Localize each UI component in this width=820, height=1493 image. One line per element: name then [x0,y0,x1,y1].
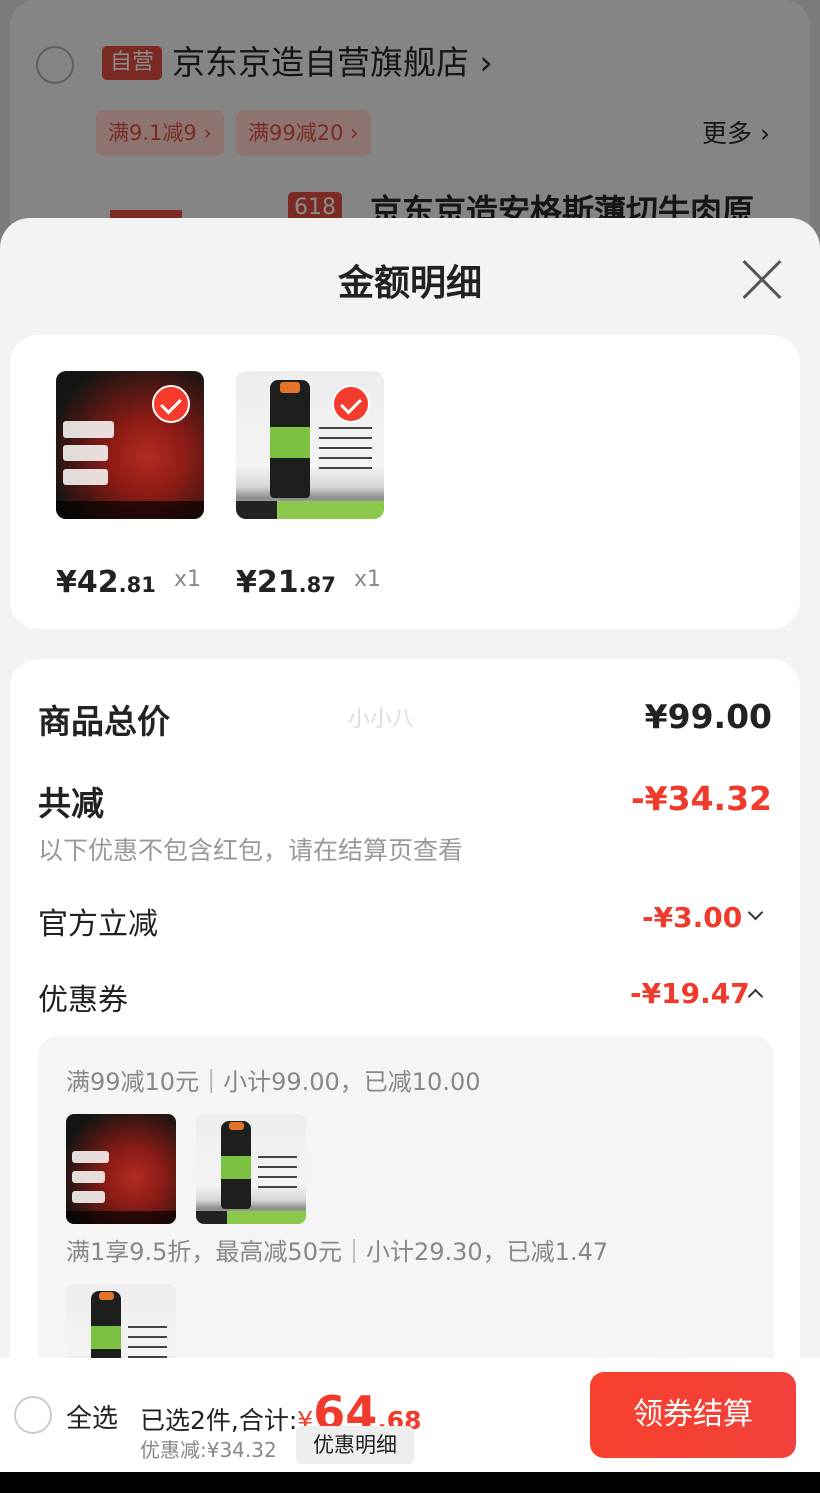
shop-select-radio[interactable] [36,46,74,84]
sheet-title: 金额明细 [337,263,482,304]
check-icon[interactable] [152,385,190,423]
chevron-up-icon[interactable] [747,988,764,1005]
price-summary-card: 商品总价 小小八 ¥99.00 共减 -¥34.32 以下优惠不包含红包，请在结… [10,659,800,1473]
shampoo-product-image [196,1114,306,1224]
more-link[interactable]: 更多 › [702,114,770,150]
select-all-radio[interactable] [14,1396,52,1434]
check-icon[interactable] [332,385,370,423]
total-reduce-label: 共减 [38,784,104,823]
amount-detail-sheet: 金额明细 ¥42.81 x1 ¥21.87 x1 商品总价 小小八 ¥99.00… [0,218,820,1473]
total-price-label: 商品总价 [38,702,170,741]
product-price-1: ¥42.81 [56,565,156,600]
checkout-button[interactable]: 领券结算 [590,1372,796,1458]
total-price-value: ¥99.00 [644,697,772,736]
nav-bar-strip [0,1472,820,1493]
close-icon[interactable] [736,254,788,306]
promo-tag-2[interactable]: 满99减20 › [236,110,371,156]
selected-count: 已选2件,合计: [140,1406,298,1435]
coupon-rule-2: 满1享9.5折，最高减50元｜小计29.30，已减1.47 [66,1238,609,1266]
product-qty-1: x1 [174,567,202,592]
total-reduce-value: -¥34.32 [630,779,772,818]
coupon-value[interactable]: -¥19.47 [630,977,750,1010]
self-operated-badge: 自营 [102,46,163,80]
bottom-checkout-bar: 全选 已选2件,合计:¥64.68 优惠减:¥34.32 优惠明细 领券结算 [0,1358,820,1472]
beef-product-image [66,1114,176,1224]
product-qty-2: x1 [354,567,382,592]
coupon-rule-1: 满99减10元｜小计99.00，已减10.00 [66,1068,481,1096]
discount-amount: 优惠减:¥34.32 [140,1438,277,1462]
select-all-label[interactable]: 全选 [66,1398,118,1435]
coupon-label[interactable]: 优惠券 [38,975,128,1019]
discount-hint: 以下优惠不包含红包，请在结算页查看 [38,836,464,865]
official-discount-label[interactable]: 官方立减 [38,899,158,943]
official-discount-value[interactable]: -¥3.00 [642,901,742,934]
product-price-2: ¥21.87 [236,565,336,600]
chevron-down-icon[interactable] [747,904,764,921]
watermark: 小小八 [348,707,415,732]
shop-name[interactable]: 京东京造自营旗舰店 › [172,40,493,86]
selected-products-card: ¥42.81 x1 ¥21.87 x1 [10,335,800,629]
discount-detail-button[interactable]: 优惠明细 [296,1426,414,1464]
promo-tag-1[interactable]: 满9.1减9 › [96,110,224,156]
